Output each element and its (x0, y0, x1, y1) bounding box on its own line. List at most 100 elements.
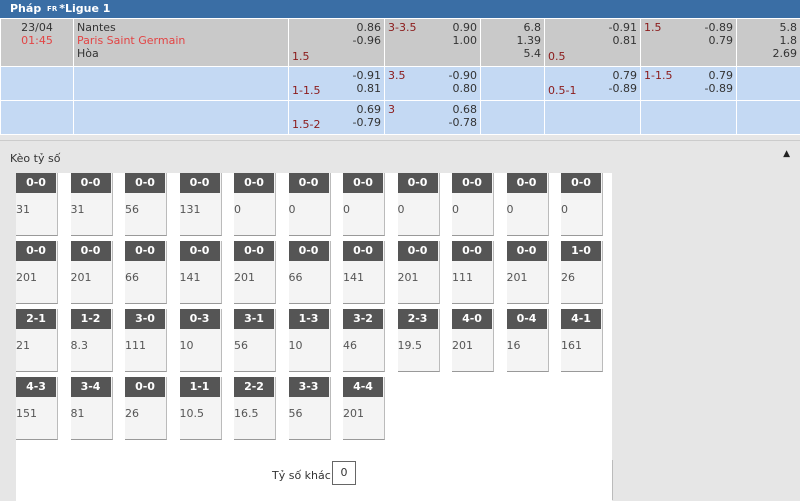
score-label[interactable]: 0-0 (234, 241, 274, 261)
score-odd[interactable]: 10 (180, 339, 194, 352)
score-odd[interactable]: 201 (234, 271, 255, 284)
x12-h1-home[interactable]: 5.8 (740, 21, 797, 34)
hdp-h1-away-odd[interactable]: 0.81 (548, 34, 637, 47)
score-label[interactable]: 1-1 (180, 377, 220, 397)
score-odd[interactable]: 141 (180, 271, 201, 284)
score-label[interactable]: 0-0 (452, 241, 492, 261)
hdp-ft-away-odd[interactable]: -0.96 (292, 34, 381, 47)
score-label[interactable]: 4-3 (16, 377, 56, 397)
score-cell[interactable]: 1-3 10 (289, 309, 331, 372)
ou-ft-cell[interactable]: 3.5 -0.90 0.80 (385, 67, 481, 101)
hdp-h1-home-odd[interactable]: -0.91 (548, 21, 637, 34)
score-cell[interactable]: 4-0 201 (452, 309, 494, 372)
score-label[interactable]: 0-0 (343, 241, 383, 261)
score-label[interactable]: 3-1 (234, 309, 274, 329)
score-cell[interactable]: 0-0 56 (125, 173, 167, 236)
score-cell[interactable]: 0-0201 (16, 241, 58, 304)
score-label[interactable]: 0-0 (180, 241, 220, 261)
score-label[interactable]: 0-4 (507, 309, 547, 329)
score-odd[interactable]: 56 (125, 203, 139, 216)
score-odd[interactable]: 111 (125, 339, 146, 352)
ou-h1-under-odd[interactable]: 0.79 (644, 34, 733, 47)
score-cell[interactable]: 1-1 10.5 (180, 377, 222, 440)
score-cell[interactable]: 0-0 0 (507, 173, 549, 236)
score-label[interactable]: 0-0 (507, 173, 547, 193)
score-label[interactable]: 4-1 (561, 309, 601, 329)
score-odd[interactable]: 19.5 (398, 339, 423, 352)
hdp-ft-home-odd[interactable]: 0.69 (292, 103, 381, 116)
score-label[interactable]: 4-0 (452, 309, 492, 329)
score-cell[interactable]: 0-00 (452, 173, 494, 236)
score-odd[interactable]: 31 (71, 203, 85, 216)
score-cell[interactable]: 0-00 (234, 173, 276, 236)
triangle-up-icon[interactable]: ▲ (783, 149, 790, 159)
hdp-h1-cell[interactable]: 0.5 -0.91 0.81 (545, 19, 641, 67)
score-odd[interactable]: 66 (125, 271, 139, 284)
score-cell[interactable]: 0-026 (125, 377, 167, 440)
score-label[interactable]: 0-0 (125, 241, 165, 261)
hdp-ft-home-odd[interactable]: -0.91 (292, 69, 381, 82)
hdp-h1-cell[interactable]: 0.5-1 0.79 -0.89 (545, 67, 641, 101)
hdp-ft-cell[interactable]: 1-1.5 -0.91 0.81 (289, 67, 385, 101)
score-cell[interactable]: 3-156 (234, 309, 276, 372)
score-label[interactable]: 2-2 (234, 377, 274, 397)
x12-h1-cell[interactable]: 5.8 1.8 2.69 (737, 19, 800, 67)
score-cell[interactable]: 0-0 131 (180, 173, 222, 236)
score-label[interactable]: 0-0 (180, 173, 220, 193)
hdp-ft-cell[interactable]: 1.5-2 0.69 -0.79 (289, 101, 385, 135)
ou-h1-under-odd[interactable]: -0.89 (644, 82, 733, 95)
score-odd[interactable]: 26 (561, 271, 575, 284)
score-odd[interactable]: 201 (452, 339, 473, 352)
score-cell[interactable]: 0-310 (180, 309, 222, 372)
score-label[interactable]: 4-4 (343, 377, 383, 397)
score-cell[interactable]: 3-356 (289, 377, 331, 440)
score-odd[interactable]: 31 (16, 203, 30, 216)
score-odd[interactable]: 0 (398, 203, 405, 216)
score-cell[interactable]: 3-0 111 (125, 309, 167, 372)
hdp-ft-cell[interactable]: 1.5 0.86 -0.96 (289, 19, 385, 67)
x12-h1-away[interactable]: 1.8 (740, 34, 797, 47)
other-score-value[interactable]: 0 (332, 461, 356, 485)
score-label[interactable]: 0-0 (398, 173, 438, 193)
score-label[interactable]: 1-3 (289, 309, 329, 329)
hdp-h1-home-odd[interactable]: 0.79 (548, 69, 637, 82)
score-odd[interactable]: 0 (507, 203, 514, 216)
score-label[interactable]: 3-0 (125, 309, 165, 329)
score-cell[interactable]: 4-1 161 (561, 309, 603, 372)
score-cell[interactable]: 4-4201 (343, 377, 385, 440)
score-cell[interactable]: 0-0201 (398, 241, 440, 304)
score-label[interactable]: 0-0 (71, 173, 111, 193)
score-odd[interactable]: 16 (507, 339, 521, 352)
score-label[interactable]: 0-0 (71, 241, 111, 261)
score-odd[interactable]: 81 (71, 407, 85, 420)
score-odd[interactable]: 201 (507, 271, 528, 284)
x12-ft-cell[interactable]: 6.8 1.39 5.4 (481, 19, 545, 67)
score-label[interactable]: 0-0 (398, 241, 438, 261)
score-odd[interactable]: 10 (289, 339, 303, 352)
score-odd[interactable]: 0 (452, 203, 459, 216)
score-cell[interactable]: 1-28.3 (71, 309, 113, 372)
ou-ft-under-odd[interactable]: 1.00 (388, 34, 477, 47)
score-odd[interactable]: 0 (289, 203, 296, 216)
score-cell[interactable]: 0-0111 (452, 241, 494, 304)
score-label[interactable]: 0-0 (125, 377, 165, 397)
score-cell[interactable]: 2-121 (16, 309, 58, 372)
score-odd[interactable]: 8.3 (71, 339, 89, 352)
score-label[interactable]: 3-4 (71, 377, 111, 397)
score-label[interactable]: 0-0 (125, 173, 165, 193)
score-cell[interactable]: 0-00 (561, 173, 603, 236)
score-label[interactable]: 0-0 (343, 173, 383, 193)
x12-h1-draw[interactable]: 2.69 (740, 47, 797, 60)
score-odd[interactable]: 131 (180, 203, 201, 216)
score-odd[interactable]: 161 (561, 339, 582, 352)
score-cell[interactable]: 0-0201 (507, 241, 549, 304)
score-cell[interactable]: 0-0 141 (180, 241, 222, 304)
score-label[interactable]: 0-0 (561, 173, 601, 193)
score-label[interactable]: 1-0 (561, 241, 601, 261)
score-cell[interactable]: 0-0141 (343, 241, 385, 304)
ou-h1-cell[interactable]: 1-1.5 0.79 -0.89 (641, 67, 737, 101)
score-odd[interactable]: 10.5 (180, 407, 205, 420)
score-cell[interactable]: 0-00 (289, 173, 331, 236)
x12-ft-draw[interactable]: 5.4 (484, 47, 541, 60)
score-odd[interactable]: 201 (16, 271, 37, 284)
